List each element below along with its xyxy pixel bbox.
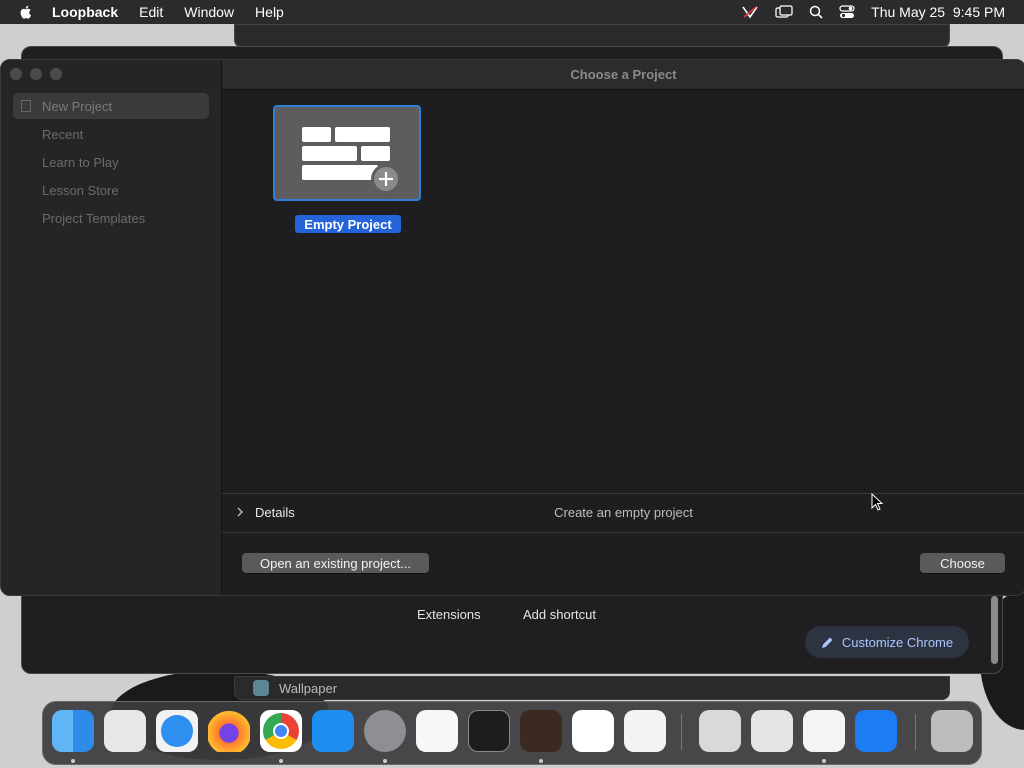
menu-edit[interactable]: Edit (139, 4, 163, 20)
dock (42, 701, 982, 765)
sidebar-item-label: Learn to Play (42, 154, 119, 170)
chrome-icon[interactable] (260, 710, 302, 752)
window-controls (10, 68, 62, 80)
details-description: Create an empty project (554, 505, 693, 520)
customize-chrome-label: Customize Chrome (841, 634, 954, 650)
empty-project-template[interactable] (273, 105, 421, 201)
add-shortcut-link[interactable]: Add shortcut (523, 607, 596, 622)
sidebar-item-label: Project Templates (42, 210, 146, 226)
running-indicator (279, 759, 283, 763)
garageband-icon[interactable] (520, 710, 562, 752)
sidebar-item-learn-to-play[interactable]: Learn to Play (13, 149, 209, 175)
dock-separator (681, 714, 682, 750)
wallpaper-icon (253, 680, 269, 696)
menu-app-name[interactable]: Loopback (52, 4, 118, 20)
scrollbar-thumb[interactable] (991, 596, 998, 664)
search-icon[interactable] (809, 5, 823, 19)
close-window-button[interactable] (10, 68, 22, 80)
sidebar-item-project-templates[interactable]: Project Templates (13, 205, 209, 231)
launchpad-icon[interactable] (104, 710, 146, 752)
firefox-icon[interactable] (208, 710, 250, 752)
wallpaper-item[interactable]: Wallpaper (234, 676, 950, 700)
choose-project-dialog: New Project Recent Learn to Play Lesson … (0, 59, 1024, 596)
choose-button[interactable]: Choose (920, 553, 1005, 573)
disk-utility-icon[interactable] (751, 710, 793, 752)
vscode-icon[interactable] (572, 710, 614, 752)
terminal-icon[interactable] (468, 710, 510, 752)
boot-camp-icon[interactable] (699, 710, 741, 752)
sidebar-item-new-project[interactable]: New Project (13, 93, 209, 119)
running-indicator (71, 759, 75, 763)
sidebar-item-label: Lesson Store (42, 182, 119, 198)
zoom-window-button[interactable] (50, 68, 62, 80)
sidebar-item-label: New Project (42, 98, 113, 114)
mouse-cursor-icon (871, 493, 884, 511)
background-window (234, 24, 950, 48)
customize-chrome-button[interactable]: Customize Chrome (805, 626, 969, 658)
app-store-icon[interactable] (312, 710, 354, 752)
running-indicator (539, 759, 543, 763)
loopback-app-icon[interactable] (803, 710, 845, 752)
loopback-status-icon[interactable] (741, 4, 759, 20)
menu-bar: Loopback Edit Window Help Thu May 25 9:4… (0, 0, 1024, 24)
sidebar-item-lesson-store[interactable]: Lesson Store (13, 177, 209, 203)
textedit-icon[interactable] (416, 710, 458, 752)
dialog-title: Choose a Project (222, 60, 1024, 90)
sidebar-item-label: Recent (42, 126, 84, 142)
control-center-icon[interactable] (839, 5, 855, 19)
safari-icon[interactable] (156, 710, 198, 752)
apple-icon[interactable] (18, 4, 34, 20)
visual-studio-icon[interactable] (624, 710, 666, 752)
minimize-window-button[interactable] (30, 68, 42, 80)
details-section: Details Create an empty project (222, 493, 1024, 533)
empty-project-icon (302, 127, 401, 194)
trash-icon[interactable] (931, 710, 973, 752)
menu-clock[interactable]: Thu May 25 9:45 PM (871, 4, 1005, 20)
empty-project-label[interactable]: Empty Project (295, 215, 401, 233)
finder-icon[interactable] (52, 710, 94, 752)
wallpaper-label: Wallpaper (279, 681, 338, 696)
extensions-link[interactable]: Extensions (417, 607, 481, 622)
menu-help[interactable]: Help (255, 4, 284, 20)
open-existing-project-button[interactable]: Open an existing project... (242, 553, 429, 573)
menu-window[interactable]: Window (184, 4, 234, 20)
screen-mirror-icon[interactable] (775, 5, 793, 19)
pencil-icon (821, 637, 833, 648)
dock-separator (915, 714, 916, 750)
sidebar: New Project Recent Learn to Play Lesson … (1, 60, 222, 595)
sidebar-item-recent[interactable]: Recent (13, 121, 209, 147)
running-indicator (383, 759, 387, 763)
running-indicator (822, 759, 826, 763)
system-settings-icon[interactable] (364, 710, 406, 752)
document-icon (21, 100, 31, 112)
xcode-icon[interactable] (855, 710, 897, 752)
